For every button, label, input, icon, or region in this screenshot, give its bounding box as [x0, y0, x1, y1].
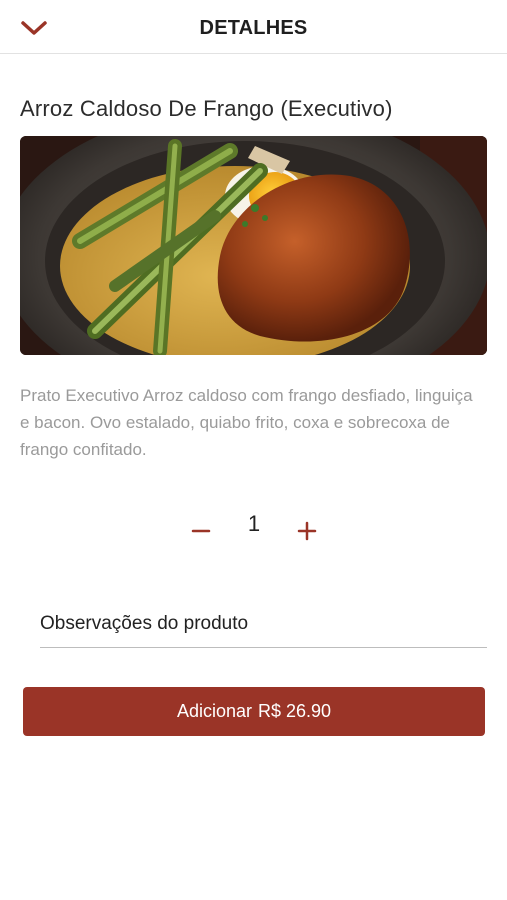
plus-icon [297, 521, 317, 541]
header: DETALHES [0, 0, 507, 54]
product-image [20, 136, 487, 355]
decrease-quantity-button[interactable] [183, 513, 219, 549]
quantity-value: 1 [247, 511, 261, 536]
observations-input[interactable] [40, 600, 487, 648]
minus-icon [191, 529, 211, 533]
quantity-stepper: 1 [0, 505, 507, 555]
add-to-cart-button[interactable]: Adicionar R$ 26.90 [23, 687, 485, 736]
product-description: Prato Executivo Arroz caldoso com frango… [20, 386, 473, 459]
add-button-price: R$ 26.90 [257, 701, 332, 721]
product-title: Arroz Caldoso De Frango (Executivo) [20, 96, 393, 121]
add-button-label: Adicionar [176, 701, 252, 721]
product-detail-screen: DETALHES Arroz Caldoso De Frango (Execut… [0, 0, 507, 900]
increase-quantity-button[interactable] [289, 513, 325, 549]
page-title: DETALHES [199, 17, 308, 39]
